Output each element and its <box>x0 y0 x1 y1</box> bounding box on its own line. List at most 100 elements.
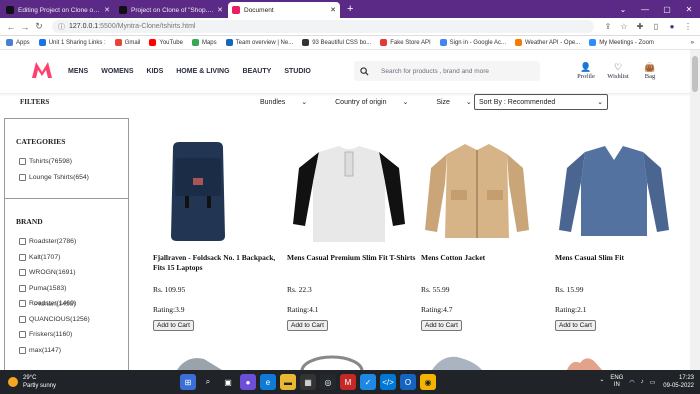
windows-start-icon[interactable]: ⊞ <box>180 374 196 390</box>
checkbox-icon[interactable] <box>19 346 26 354</box>
volume-icon[interactable]: ♪ <box>641 379 644 385</box>
product-card[interactable]: Mens Cotton Jacket Rs. 55.99 Rating:4.7 … <box>421 138 551 331</box>
product-card[interactable]: Fjallraven - Foldsack No. 1 Backpack, Fi… <box>153 138 283 331</box>
forward-icon[interactable]: → <box>18 22 32 32</box>
close-icon[interactable]: ✕ <box>217 6 223 14</box>
myntra-logo-icon[interactable] <box>30 60 54 80</box>
task-view-icon[interactable]: ▣ <box>220 374 236 390</box>
language-indicator[interactable]: ENG IN <box>610 375 623 389</box>
chevron-down-icon[interactable]: ⌄ <box>612 5 634 14</box>
store-icon[interactable]: ▦ <box>300 374 316 390</box>
add-to-cart-button[interactable]: Add to Cart <box>555 320 596 331</box>
product-image[interactable] <box>421 138 551 243</box>
checkbox-icon[interactable] <box>19 315 26 323</box>
menu-icon[interactable]: ⋮ <box>680 22 696 31</box>
mcafee-icon[interactable]: M <box>340 374 356 390</box>
product-image[interactable] <box>555 138 685 243</box>
bookmark-google[interactable]: Sign in - Google Ac... <box>439 39 506 46</box>
close-window-icon[interactable]: ✕ <box>678 5 700 14</box>
product-name[interactable]: Mens Casual Premium Slim Fit T-Shirts <box>287 253 417 283</box>
nav-womens[interactable]: WOMENS <box>101 68 133 75</box>
weather-widget[interactable]: 29°C Partly sunny <box>8 374 56 390</box>
bookmark-unit1[interactable]: Unit 1 Sharing Links : <box>38 39 106 46</box>
minimize-icon[interactable]: — <box>634 5 656 14</box>
todo-icon[interactable]: ✓ <box>360 374 376 390</box>
vscode-icon[interactable]: </> <box>380 374 396 390</box>
browser-tab-1[interactable]: Editing Project on Clone of "Myn✕ <box>2 2 114 18</box>
checkbox-brand[interactable]: Kalt(1707) <box>19 250 128 266</box>
product-image[interactable] <box>287 138 417 243</box>
checkbox-icon[interactable] <box>19 238 26 246</box>
share-icon[interactable]: ⇪ <box>600 22 616 31</box>
search-icon[interactable]: ⌕ <box>200 374 216 390</box>
product-card[interactable]: Mens Casual Premium Slim Fit T-Shirts Rs… <box>287 138 417 331</box>
add-to-cart-button[interactable]: Add to Cart <box>153 320 194 331</box>
checkbox-lounge-tshirts[interactable]: Lounge Tshirts(654) <box>19 170 128 186</box>
product-name[interactable]: Mens Casual Slim Fit <box>555 253 685 283</box>
other-bookmarks[interactable]: » <box>691 40 694 46</box>
maximize-icon[interactable]: ▢ <box>656 5 678 14</box>
edge-icon[interactable]: e <box>260 374 276 390</box>
nav-kids[interactable]: KIDS <box>147 68 164 75</box>
add-to-cart-button[interactable]: Add to Cart <box>421 320 462 331</box>
bookmark-weather[interactable]: Weather API - Ope... <box>515 39 580 46</box>
bookmark-zoom[interactable]: My Meetings - Zoom <box>589 39 654 46</box>
checkbox-brand[interactable]: Puma(1583) <box>19 281 128 297</box>
checkbox-icon[interactable] <box>19 284 26 292</box>
outlook-icon[interactable]: O <box>400 374 416 390</box>
product-image[interactable] <box>153 138 283 243</box>
checkbox-brand[interactable]: max(1147) <box>19 343 128 359</box>
checkbox-icon[interactable] <box>19 158 26 166</box>
bookmark-youtube[interactable]: YouTube <box>149 39 183 46</box>
browser-tab-active[interactable]: Document ✕ <box>228 2 340 18</box>
dropdown-bundles[interactable]: Bundles ⌄ <box>260 98 321 106</box>
bookmark-apps[interactable]: Apps <box>6 39 30 46</box>
chrome-icon[interactable]: ◉ <box>420 374 436 390</box>
bookmark-fakestore[interactable]: Fake Store API <box>380 39 431 46</box>
sidebar-icon[interactable]: ▯ <box>648 22 664 31</box>
avatar[interactable]: ● <box>664 22 680 31</box>
extensions-icon[interactable]: ✚ <box>632 22 648 31</box>
battery-icon[interactable]: ▭ <box>650 379 656 386</box>
info-icon[interactable]: ⓘ <box>58 22 65 32</box>
add-to-cart-button[interactable]: Add to Cart <box>287 320 328 331</box>
bookmark-maps[interactable]: Maps <box>191 39 217 46</box>
reload-icon[interactable]: ↻ <box>32 21 46 32</box>
file-explorer-icon[interactable]: ▬ <box>280 374 296 390</box>
sort-select[interactable]: Sort By : Recommended ⌄ <box>474 94 608 110</box>
chat-icon[interactable]: ● <box>240 374 256 390</box>
new-tab-button[interactable]: + <box>347 3 353 15</box>
nav-beauty[interactable]: BEAUTY <box>243 68 272 75</box>
clock[interactable]: 17:23 09-05-2022 <box>663 374 694 390</box>
browser-tab-2[interactable]: Project on Clone of "Shop.com"...✕ <box>115 2 227 18</box>
bookmark-team[interactable]: Team overview | Ne... <box>225 39 293 46</box>
checkbox-icon[interactable] <box>19 300 26 308</box>
product-name[interactable]: Mens Cotton Jacket <box>421 253 551 283</box>
back-icon[interactable]: ← <box>4 22 18 32</box>
checkbox-brand[interactable]: QUANCIOUS(1256) <box>19 312 128 328</box>
product-name[interactable]: Fjallraven - Foldsack No. 1 Backpack, Fi… <box>153 253 283 283</box>
checkbox-icon[interactable] <box>19 269 26 277</box>
nav-studio[interactable]: STUDIO <box>284 68 310 75</box>
checkbox-icon[interactable] <box>19 173 26 181</box>
close-icon[interactable]: ✕ <box>104 6 110 14</box>
wifi-icon[interactable]: ◠ <box>629 379 634 386</box>
url-input[interactable]: ⓘ 127.0.0.1:5500/Myntra-Clone/tshirts.ht… <box>52 20 594 33</box>
bag-button[interactable]: 👜 Bag <box>634 62 666 80</box>
chevron-up-icon[interactable]: ⌃ <box>599 379 604 386</box>
search-input[interactable]: Search for products , brand and more <box>354 61 540 81</box>
checkbox-brand[interactable]: Roadster(2786) <box>19 234 128 250</box>
checkbox-icon[interactable] <box>19 331 26 339</box>
star-icon[interactable]: ☆ <box>616 22 632 31</box>
nav-home-living[interactable]: HOME & LIVING <box>176 68 229 75</box>
checkbox-brand[interactable]: Friskers(1160) <box>19 327 128 343</box>
bookmark-css[interactable]: 93 Beautiful CSS bo... <box>302 39 371 46</box>
checkbox-tshirts[interactable]: Tshirts(76598) <box>19 154 128 170</box>
scrollbar-thumb[interactable] <box>692 56 698 92</box>
github-icon[interactable]: ◎ <box>320 374 336 390</box>
product-card[interactable]: Mens Casual Slim Fit Rs. 15.99 Rating:2.… <box>555 138 685 331</box>
profile-button[interactable]: 👤 Profile <box>570 62 602 80</box>
page-scrollbar[interactable] <box>690 50 700 370</box>
wishlist-button[interactable]: ♡ Wishlist <box>602 62 634 80</box>
dropdown-country[interactable]: Country of origin ⌄ <box>335 98 422 106</box>
